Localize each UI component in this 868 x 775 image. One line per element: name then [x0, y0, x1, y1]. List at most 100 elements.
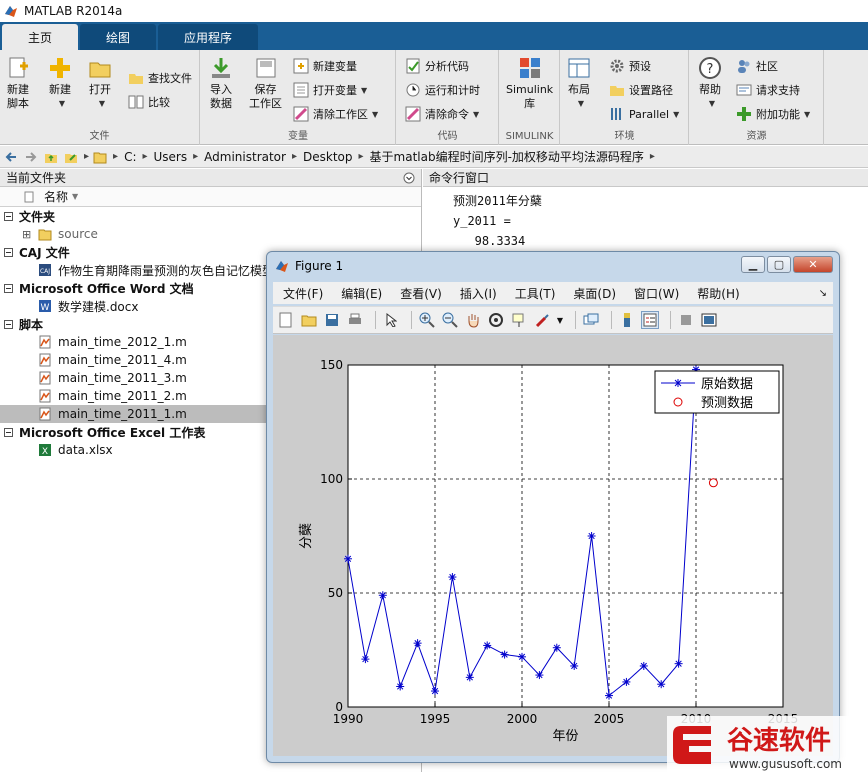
analyze-code-icon [406, 58, 420, 74]
run-and-time-button[interactable]: 运行和计时 [405, 82, 480, 98]
tab-home[interactable]: 主页 [2, 24, 79, 50]
breadcrumb-desktop[interactable]: Desktop [303, 150, 353, 164]
rotate-3d-icon[interactable] [487, 311, 505, 329]
collapse-icon[interactable] [4, 247, 13, 257]
tab-plots[interactable]: 绘图 [80, 24, 157, 50]
set-path-button[interactable]: 设置路径 [609, 82, 673, 98]
new-button[interactable]: 新建 ▼ [48, 56, 72, 111]
open-variable-button[interactable]: 打开变量 ▼ [293, 82, 367, 98]
new-figure-icon[interactable] [277, 311, 295, 329]
folder-group-title: 脚本 [19, 317, 44, 332]
collapse-icon[interactable] [4, 427, 13, 437]
up-folder-icon[interactable] [44, 150, 58, 164]
data-cursor-icon[interactable] [510, 311, 528, 329]
colorbar-icon[interactable] [618, 311, 636, 329]
menu-insert[interactable]: 插入(I) [460, 285, 497, 302]
x-tick-label: 2005 [594, 712, 625, 726]
minimize-button[interactable]: ▁ [741, 256, 765, 273]
forward-arrow-icon[interactable] [24, 150, 38, 164]
save-workspace-button[interactable]: 保存 工作区 [249, 56, 282, 111]
add-ons-button[interactable]: 附加功能 ▼ [736, 106, 810, 122]
breadcrumb-project-folder[interactable]: 基于matlab编程时间序列-加权移动平均法源码程序 [370, 148, 644, 165]
maximize-button[interactable]: ▢ [767, 256, 791, 273]
folder-icon [93, 152, 107, 163]
brush-dropdown-icon[interactable]: ▼ [556, 311, 564, 329]
menu-edit[interactable]: 编辑(E) [341, 285, 382, 302]
ribbon-group-variable: 导入 数据 保存 工作区 新建变量 打开变量 ▼ 清除工作区 ▼ 变量 [201, 50, 396, 145]
gear-icon [610, 59, 624, 73]
open-button[interactable]: 打开 ▼ [88, 56, 112, 111]
open-file-icon[interactable] [300, 311, 318, 329]
new-script-button[interactable]: 新建 脚本 [6, 56, 30, 111]
import-data-button[interactable]: 导入 数据 [209, 56, 233, 111]
folder-group-header[interactable]: 文件夹 [0, 207, 421, 225]
address-bar: ▸ ▸ C: ▸ Users ▸ Administrator ▸ Desktop… [0, 146, 868, 168]
breadcrumb-c[interactable]: C: [124, 150, 136, 164]
figure-title-bar[interactable]: Figure 1 ▁ ▢ ✕ [267, 252, 839, 280]
dock-arrow-icon[interactable]: ↘ [819, 288, 827, 299]
ribbon-group-file: 新建 脚本 新建 ▼ 打开 ▼ 查找文件 比较 文件 [0, 50, 200, 145]
zoom-out-icon[interactable] [441, 311, 459, 329]
preferences-button[interactable]: 预设 [609, 58, 651, 74]
new-variable-button[interactable]: 新建变量 [293, 58, 357, 74]
browse-folder-icon[interactable] [64, 150, 78, 164]
menu-file[interactable]: 文件(F) [283, 285, 323, 302]
compare-button[interactable]: 比较 [128, 94, 170, 110]
analyze-code-button[interactable]: 分析代码 [405, 58, 469, 74]
print-icon[interactable] [346, 311, 364, 329]
zoom-in-icon[interactable] [418, 311, 436, 329]
community-button[interactable]: 社区 [736, 58, 778, 74]
brush-icon[interactable] [533, 311, 551, 329]
layout-button[interactable]: 布局 ▼ [567, 56, 591, 111]
variable-group-label: 变量 [288, 131, 308, 142]
add-ons-icon [737, 107, 751, 121]
toolbar-separator [375, 311, 376, 329]
request-support-icon [736, 84, 752, 96]
breadcrumb-users[interactable]: Users [154, 150, 188, 164]
name-column-header[interactable]: 名称 ▼ [0, 187, 421, 207]
clear-commands-dropdown-icon: ▼ [473, 109, 480, 119]
matlab-logo-icon [276, 261, 288, 272]
pan-hand-icon[interactable] [464, 311, 482, 329]
menu-help[interactable]: 帮助(H) [697, 285, 739, 302]
menu-tools[interactable]: 工具(T) [515, 285, 556, 302]
tab-apps[interactable]: 应用程序 [158, 24, 259, 50]
menu-view[interactable]: 查看(V) [400, 285, 442, 302]
app-title: MATLAB R2014a [24, 4, 123, 18]
hide-plot-tools-icon[interactable] [677, 311, 695, 329]
simulink-library-button[interactable]: Simulink 库 [506, 56, 553, 111]
new-icon [50, 58, 70, 78]
legend-label-original: 原始数据 [701, 377, 753, 392]
m-file-icon [39, 389, 51, 403]
figure-canvas[interactable]: 199019952000200520102015050100150年份分蘖原始数… [273, 335, 833, 756]
run-and-time-label: 运行和计时 [425, 84, 480, 97]
address-separator: ▸ [291, 151, 297, 162]
line-chart[interactable]: 199019952000200520102015050100150年份分蘖原始数… [273, 335, 833, 756]
file-list-item[interactable]: ⊞ source [0, 225, 421, 243]
menu-window[interactable]: 窗口(W) [634, 285, 679, 302]
clear-workspace-button[interactable]: 清除工作区 ▼ [293, 106, 378, 122]
close-button[interactable]: ✕ [793, 256, 833, 273]
request-support-button[interactable]: 请求支持 [736, 82, 800, 98]
find-files-button[interactable]: 查找文件 [128, 70, 192, 86]
clear-commands-button[interactable]: 清除命令 ▼ [405, 106, 479, 122]
parallel-button[interactable]: Parallel ▼ [609, 106, 679, 122]
edit-plot-arrow-icon[interactable] [382, 311, 400, 329]
panel-menu-icon[interactable] [403, 172, 415, 184]
show-plot-tools-icon[interactable] [700, 311, 718, 329]
breadcrumb-administrator[interactable]: Administrator [204, 150, 286, 164]
back-arrow-icon[interactable] [4, 150, 18, 164]
collapse-icon[interactable] [4, 211, 13, 221]
plot-area [348, 365, 783, 707]
data-point-original [674, 659, 683, 668]
collapse-icon[interactable] [4, 319, 13, 329]
data-point-original [605, 691, 613, 700]
link-plot-icon[interactable] [582, 311, 600, 329]
help-button[interactable]: ? 帮助 ▼ [698, 56, 722, 111]
add-ons-label: 附加功能 [756, 108, 800, 121]
menu-desktop[interactable]: 桌面(D) [573, 285, 616, 302]
figure-window[interactable]: Figure 1 ▁ ▢ ✕ 文件(F) 编辑(E) 查看(V) 插入(I) 工… [266, 251, 840, 763]
legend-icon[interactable] [641, 311, 659, 329]
collapse-icon[interactable] [4, 283, 13, 293]
save-figure-icon[interactable] [323, 311, 341, 329]
